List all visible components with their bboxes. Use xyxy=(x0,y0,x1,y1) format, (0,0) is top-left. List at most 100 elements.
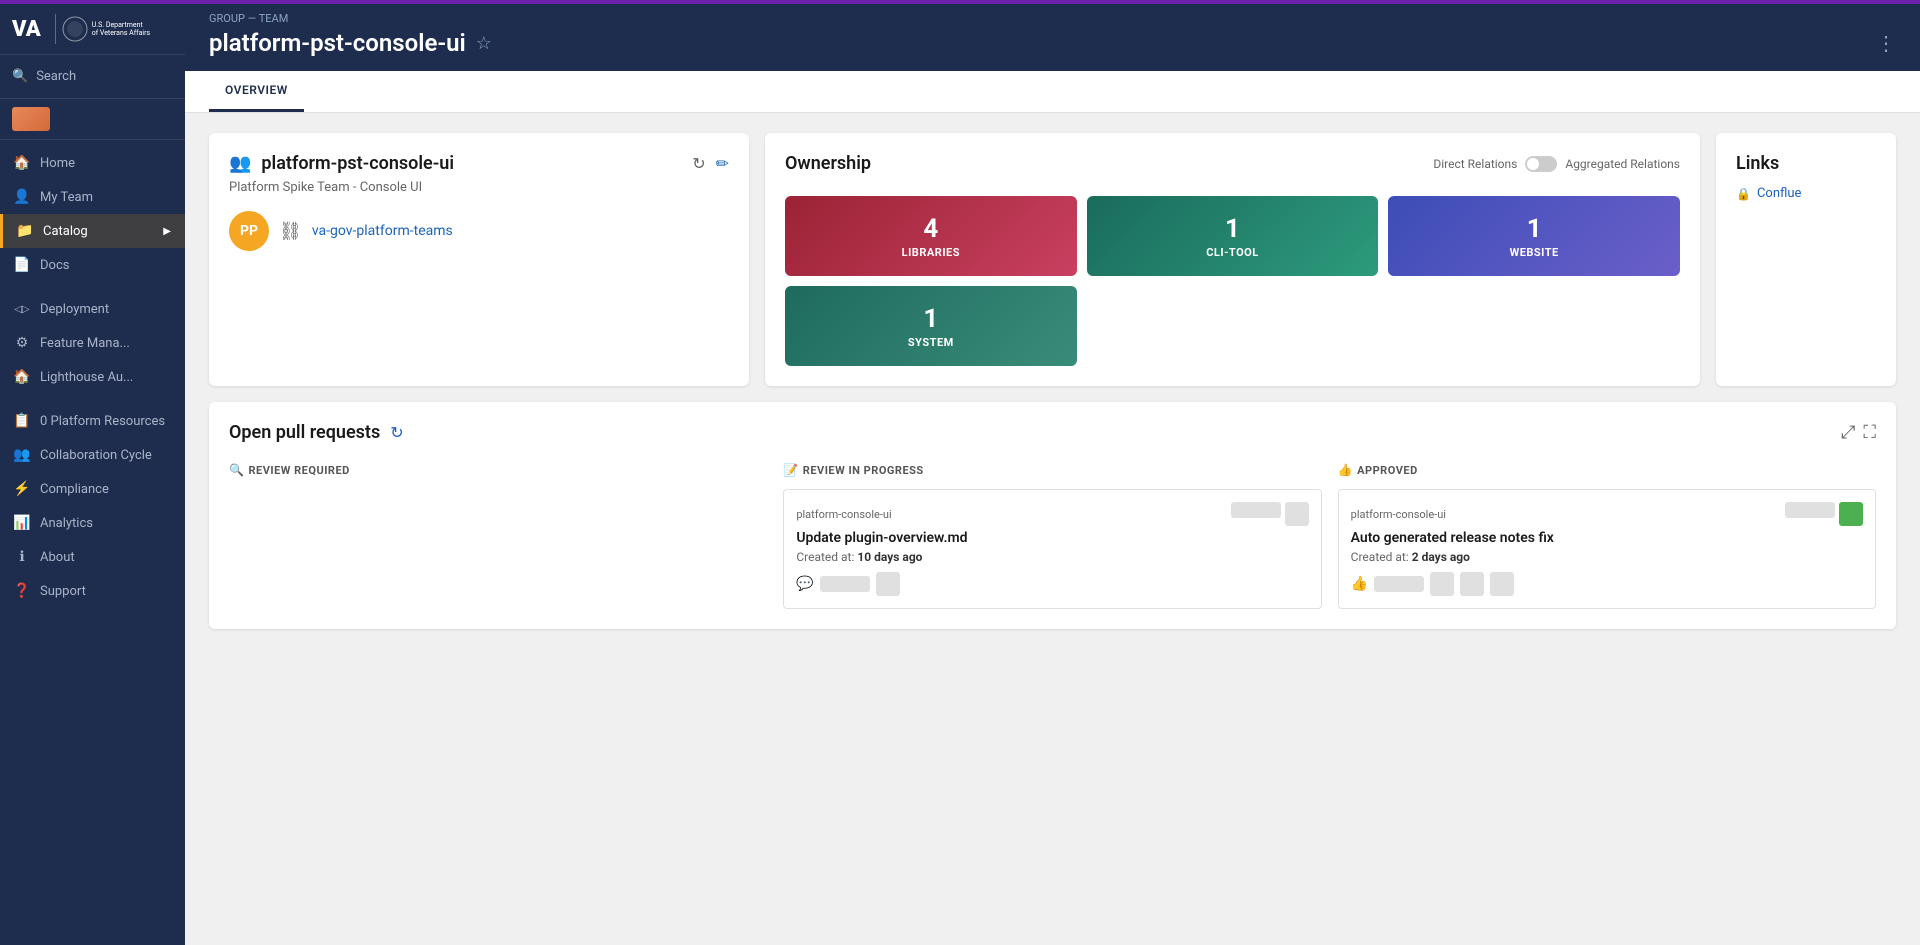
sidebar-item-lighthouse-au[interactable]: 🏠 Lighthouse Au... xyxy=(0,360,185,394)
dept-line1: U.S. Department xyxy=(92,21,150,29)
sidebar-item-platform-resources[interactable]: 📋 0 Platform Resources xyxy=(0,404,185,438)
search-label: Search xyxy=(36,69,76,84)
empty-column xyxy=(229,489,767,529)
pr-card-title-2[interactable]: Auto generated release notes fix xyxy=(1351,530,1863,546)
sidebar-item-label: Feature Mana... xyxy=(40,336,130,351)
about-icon: ℹ xyxy=(14,549,30,565)
pull-requests-section: Open pull requests ↻ ⤢ ⛶ 🔍 REVIEW REQUIR… xyxy=(209,402,1896,629)
team-card: 👥 platform-pst-console-ui ↻ ✏ Platform S… xyxy=(209,133,749,386)
sidebar-item-feature-mana[interactable]: ⚙ Feature Mana... xyxy=(0,326,185,360)
sidebar-item-label: Deployment xyxy=(40,302,109,317)
sidebar-item-home[interactable]: 🏠 Home xyxy=(0,146,185,180)
ownership-card: Ownership Direct Relations Aggregated Re… xyxy=(765,133,1700,386)
sidebar-logo: VA U.S. Department of Veterans Affairs xyxy=(0,4,185,55)
member-avatar: PP xyxy=(229,211,269,251)
deployment-icon: ◁▷ xyxy=(14,301,30,317)
support-icon: ❓ xyxy=(14,583,30,599)
pr-footer-img-3 xyxy=(1460,572,1484,596)
sidebar-item-about[interactable]: ℹ About xyxy=(0,540,185,574)
sidebar-item-label: Compliance xyxy=(40,482,109,497)
review-in-progress-emoji: 📝 xyxy=(783,463,798,477)
collab-icon: 👥 xyxy=(14,447,30,463)
pr-fullscreen-button[interactable]: ⛶ xyxy=(1863,422,1876,443)
sidebar-item-analytics[interactable]: 📊 Analytics xyxy=(0,506,185,540)
approved-emoji: 👍 xyxy=(1338,463,1353,477)
tabs-bar: OVERVIEW xyxy=(185,71,1920,113)
analytics-icon: 📊 xyxy=(14,515,30,531)
cli-label: CLI-TOOL xyxy=(1206,246,1259,259)
team-refresh-button[interactable]: ↻ xyxy=(692,154,705,174)
breadcrumb: GROUP — TEAM xyxy=(209,12,1896,25)
pr-img-green xyxy=(1839,502,1863,526)
sidebar-item-compliance[interactable]: ⚡ Compliance xyxy=(0,472,185,506)
pr-comment-icon: 💬 xyxy=(796,576,813,592)
direct-relations-label: Direct Relations xyxy=(1433,157,1517,171)
more-options-icon[interactable]: ⋮ xyxy=(1876,31,1896,55)
pr-created-value: 10 days ago xyxy=(857,550,922,564)
pr-footer-avatar-2 xyxy=(1374,576,1424,592)
pr-card-title[interactable]: Update plugin-overview.md xyxy=(796,530,1308,546)
user-avatar xyxy=(12,107,50,131)
tab-overview[interactable]: OVERVIEW xyxy=(209,71,304,112)
sidebar-item-label: 0 Platform Resources xyxy=(40,414,165,429)
team-card-title: platform-pst-console-ui xyxy=(261,153,454,174)
links-title: Links xyxy=(1736,153,1876,174)
pr-comment-icon-2: 👍 xyxy=(1351,576,1368,592)
star-icon[interactable]: ☆ xyxy=(476,33,492,54)
ownership-toggles: Direct Relations Aggregated Relations xyxy=(1433,156,1680,172)
feature-icon: ⚙ xyxy=(14,335,30,351)
docs-icon: 📄 xyxy=(14,257,30,273)
tile-system[interactable]: 1 SYSTEM xyxy=(785,286,1077,366)
ownership-grid: 4 LIBRARIES 1 CLI-TOOL 1 WEBSITE 1 xyxy=(785,196,1680,366)
sidebar-item-deployment[interactable]: ◁▷ Deployment xyxy=(0,292,185,326)
pr-column-approved: 👍 APPROVED platform-console-ui xyxy=(1338,463,1876,609)
pr-column-review-required: 🔍 REVIEW REQUIRED xyxy=(229,463,767,609)
page-title: platform-pst-console-ui xyxy=(209,29,466,57)
tile-cli-tool[interactable]: 1 CLI-TOOL xyxy=(1087,196,1379,276)
tile-libraries[interactable]: 4 LIBRARIES xyxy=(785,196,1077,276)
search-icon: 🔍 xyxy=(12,69,28,84)
pr-refresh-icon[interactable]: ↻ xyxy=(390,423,403,442)
system-label: SYSTEM xyxy=(908,336,954,349)
link-label: Conflue xyxy=(1757,186,1802,201)
tile-website[interactable]: 1 WEBSITE xyxy=(1388,196,1680,276)
libraries-count: 4 xyxy=(923,214,938,244)
pr-footer-avatar xyxy=(820,576,870,592)
sidebar-item-my-team[interactable]: 👤 My Team xyxy=(0,180,185,214)
sidebar-item-label: Lighthouse Au... xyxy=(40,370,133,385)
ownership-title: Ownership xyxy=(785,153,871,174)
relations-toggle[interactable] xyxy=(1525,156,1557,172)
sidebar-item-label: Collaboration Cycle xyxy=(40,448,152,463)
sidebar-search[interactable]: 🔍 Search xyxy=(0,55,185,99)
sidebar-item-collaboration-cycle[interactable]: 👥 Collaboration Cycle xyxy=(0,438,185,472)
search-button[interactable]: 🔍 Search xyxy=(12,65,173,88)
sidebar-item-label: About xyxy=(40,550,75,565)
system-count: 1 xyxy=(923,304,938,334)
pr-created-value-2: 2 days ago xyxy=(1412,550,1470,564)
lock-icon: 🔒 xyxy=(1736,187,1751,201)
links-card: Links 🔒 Conflue xyxy=(1716,133,1896,386)
catalog-arrow-icon: ▶ xyxy=(163,226,171,237)
sidebar-item-docs[interactable]: 📄 Docs xyxy=(0,248,185,282)
pr-column-review-in-progress: 📝 REVIEW IN PROGRESS platform-console-ui xyxy=(783,463,1321,609)
review-in-progress-label: REVIEW IN PROGRESS xyxy=(803,464,924,477)
pr-footer-img-4 xyxy=(1490,572,1514,596)
pr-expand-button[interactable]: ⤢ xyxy=(1841,422,1855,443)
sidebar-item-catalog[interactable]: 📁 Catalog ▶ xyxy=(0,214,185,248)
cli-count: 1 xyxy=(1225,214,1240,244)
team-subtitle: Platform Spike Team - Console UI xyxy=(229,180,729,195)
team-edit-button[interactable]: ✏ xyxy=(716,154,729,174)
pr-card-meta: Created at: 10 days ago xyxy=(796,550,1308,564)
sidebar-item-support[interactable]: ❓ Support xyxy=(0,574,185,608)
platform-resources-icon: 📋 xyxy=(14,413,30,429)
website-label: WEBSITE xyxy=(1510,246,1559,259)
dept-line2: of Veterans Affairs xyxy=(92,29,150,37)
content-area: 👥 platform-pst-console-ui ↻ ✏ Platform S… xyxy=(185,113,1920,945)
dept-seal-icon xyxy=(62,16,88,42)
pr-card-meta-2: Created at: 2 days ago xyxy=(1351,550,1863,564)
pr-avatar-placeholder xyxy=(1231,502,1281,518)
link-item-conflue[interactable]: 🔒 Conflue xyxy=(1736,186,1876,201)
member-link[interactable]: va-gov-platform-teams xyxy=(312,223,453,239)
pr-avatar-placeholder-2 xyxy=(1785,502,1835,518)
pr-repo-name: platform-console-ui xyxy=(796,508,891,521)
